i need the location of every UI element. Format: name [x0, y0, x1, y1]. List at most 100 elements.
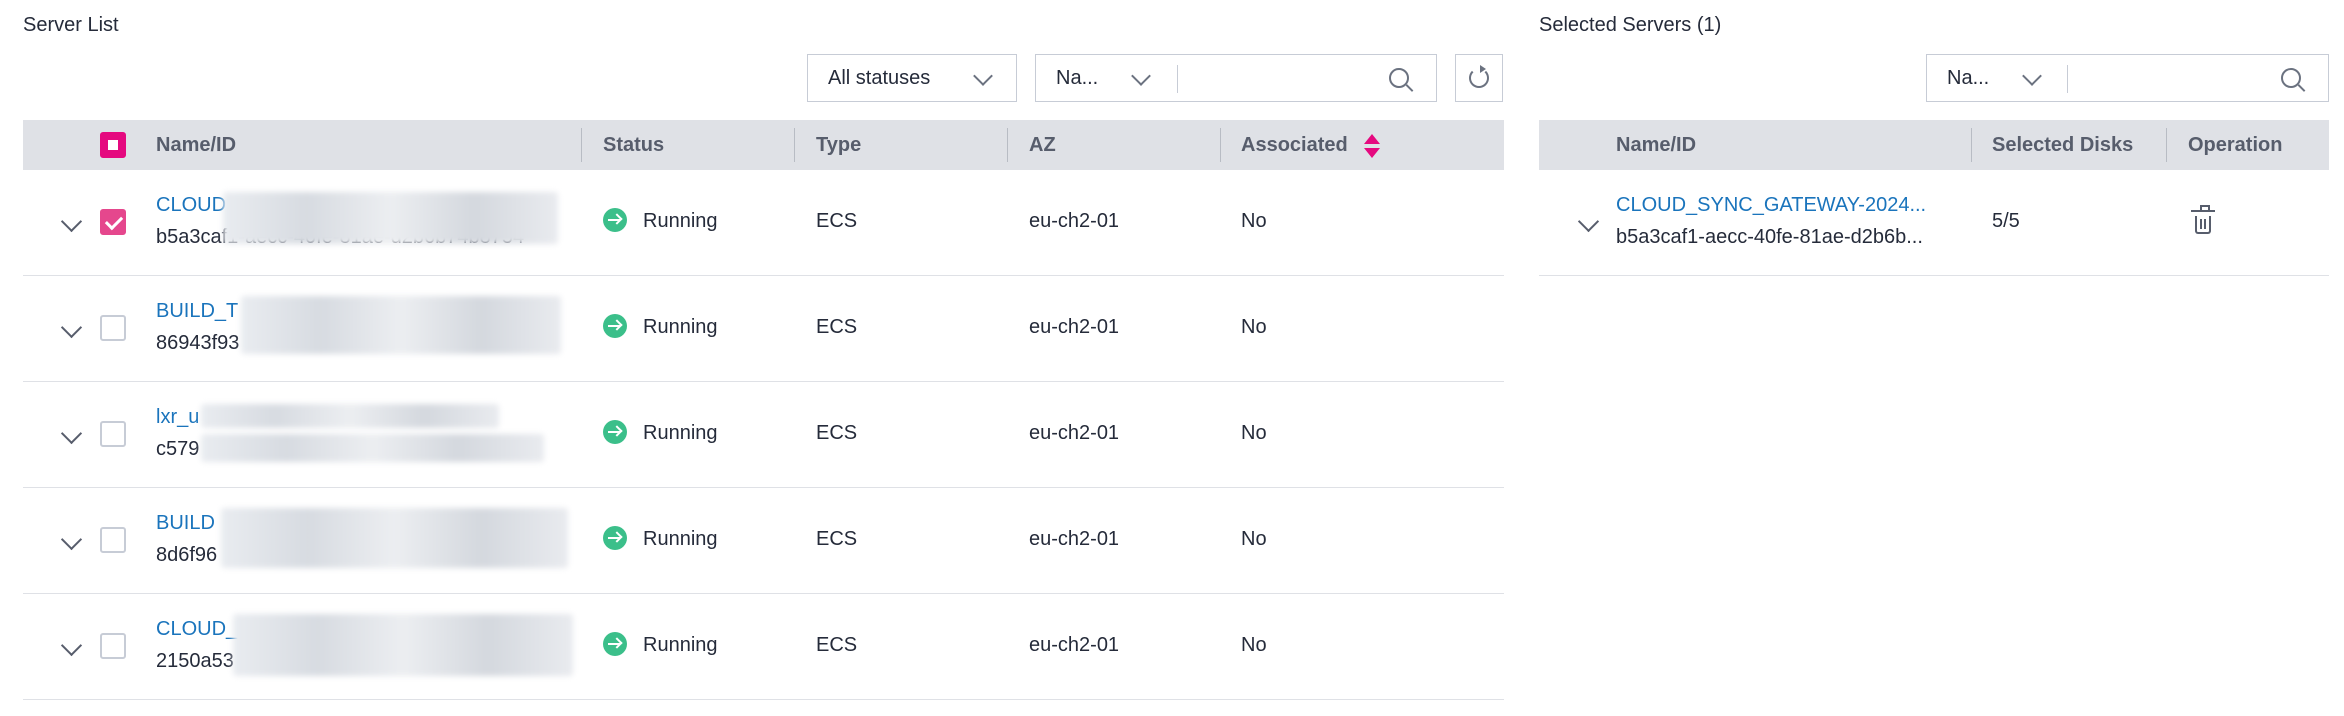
refresh-button[interactable] [1455, 54, 1503, 102]
column-divider [1220, 128, 1221, 162]
divider [1177, 65, 1178, 93]
server-name-link[interactable]: BUILD [156, 512, 215, 535]
server-name-link[interactable]: CLOUD_ [156, 618, 237, 641]
search-icon[interactable] [2281, 68, 2301, 88]
server-id: c579 [156, 438, 200, 460]
column-header-name[interactable]: Name/ID [1616, 120, 1696, 170]
selected-disks-text: 5/5 [1992, 210, 2020, 232]
status-text: Running [643, 528, 718, 550]
status-text: Running [643, 634, 718, 656]
search-field-label: Na... [1947, 66, 1990, 89]
server-id: 86943f93 [156, 332, 240, 354]
table-row[interactable]: CLOUD_ 2150a53 Running ECS eu-ch2-01 No [23, 594, 1504, 700]
table-row[interactable]: BUILD 8d6f96 Running ECS eu-ch2-01 No [23, 488, 1504, 594]
type-text: ECS [816, 210, 858, 232]
selected-table-row[interactable]: CLOUD_SYNC_GATEWAY-2024... b5a3caf1-aecc… [1539, 170, 2329, 276]
redacted-region [223, 192, 558, 244]
row-checkbox[interactable] [100, 527, 126, 553]
type-text: ECS [816, 634, 858, 656]
search-input[interactable] [1188, 65, 1392, 95]
status-text: Running [643, 422, 718, 444]
running-arrow-icon [603, 420, 627, 444]
az-text: eu-ch2-01 [1029, 422, 1120, 444]
selected-search-group[interactable]: Na... [1926, 54, 2329, 102]
status-filter-value: All statuses [828, 66, 931, 89]
search-input[interactable] [2079, 65, 2283, 95]
redacted-region [241, 296, 561, 354]
column-header-associated[interactable]: Associated [1241, 120, 1348, 170]
search-field-select[interactable]: Na... [1927, 55, 2042, 101]
chevron-down-icon [973, 66, 993, 86]
redacted-region [221, 508, 568, 568]
column-header-name[interactable]: Name/ID [156, 120, 236, 170]
chevron-down-icon[interactable] [60, 210, 83, 233]
column-divider [581, 128, 582, 162]
redacted-region [201, 434, 544, 462]
sort-icon[interactable] [1362, 133, 1382, 159]
table-row[interactable]: BUILD_T 86943f93 Running ECS eu-ch2-01 N… [23, 276, 1504, 382]
table-row[interactable]: CLOUD b5a3caf1-aecc-40fe-81ae-d2b6b74b87… [23, 170, 1504, 276]
row-checkbox[interactable] [100, 421, 126, 447]
server-name-link[interactable]: BUILD_T [156, 300, 238, 323]
refresh-icon [1469, 65, 1489, 88]
column-divider [794, 128, 795, 162]
running-arrow-icon [603, 632, 627, 656]
trash-icon[interactable] [2191, 205, 2215, 234]
type-text: ECS [816, 422, 858, 444]
az-text: eu-ch2-01 [1029, 316, 1120, 338]
running-arrow-icon [603, 526, 627, 550]
chevron-down-icon [2022, 66, 2042, 86]
server-table-header: Name/ID Status Type AZ Associated [23, 120, 1504, 170]
search-field-label: Na... [1056, 66, 1099, 89]
az-text: eu-ch2-01 [1029, 210, 1120, 232]
column-header-type[interactable]: Type [816, 120, 861, 170]
associated-text: No [1241, 316, 1267, 338]
row-checkbox[interactable] [100, 315, 126, 341]
type-text: ECS [816, 528, 858, 550]
az-text: eu-ch2-01 [1029, 528, 1120, 550]
associated-text: No [1241, 634, 1267, 656]
running-arrow-icon [603, 314, 627, 338]
row-checkbox[interactable] [100, 209, 126, 235]
column-header-status[interactable]: Status [603, 120, 664, 170]
server-search-group[interactable]: Na... [1035, 54, 1437, 102]
select-all-checkbox[interactable] [100, 132, 126, 158]
column-divider [2166, 128, 2167, 162]
chevron-down-icon[interactable] [1577, 210, 1600, 233]
server-id: 8d6f96 [156, 544, 218, 566]
associated-text: No [1241, 528, 1267, 550]
status-text: Running [643, 316, 718, 338]
row-checkbox[interactable] [100, 633, 126, 659]
associated-text: No [1241, 422, 1267, 444]
redacted-region [201, 404, 499, 428]
redacted-region [233, 614, 573, 676]
status-text: Running [643, 210, 718, 232]
az-text: eu-ch2-01 [1029, 634, 1120, 656]
column-header-az[interactable]: AZ [1029, 120, 1056, 170]
column-divider [1007, 128, 1008, 162]
chevron-down-icon[interactable] [60, 634, 83, 657]
server-list-title: Server List [23, 14, 119, 36]
type-text: ECS [816, 316, 858, 338]
search-icon[interactable] [1389, 68, 1409, 88]
chevron-down-icon [1131, 66, 1151, 86]
chevron-down-icon[interactable] [60, 422, 83, 445]
column-divider [1971, 128, 1972, 162]
selected-table-header: Name/ID Selected Disks Operation [1539, 120, 2329, 170]
server-name-link[interactable]: lxr_u [156, 406, 199, 429]
chevron-down-icon[interactable] [60, 528, 83, 551]
search-field-select[interactable]: Na... [1036, 55, 1151, 101]
server-name-link[interactable]: CLOUD [156, 194, 226, 217]
associated-text: No [1241, 210, 1267, 232]
divider [2067, 65, 2068, 93]
table-row[interactable]: lxr_u c579 Running ECS eu-ch2-01 No [23, 382, 1504, 488]
chevron-down-icon[interactable] [60, 316, 83, 339]
server-id: b5a3caf1-aecc-40fe-81ae-d2b6b... [1616, 226, 1923, 248]
column-header-operation: Operation [2188, 134, 2283, 156]
server-id: 2150a53 [156, 650, 234, 672]
running-arrow-icon [603, 208, 627, 232]
column-header-selected-disks[interactable]: Selected Disks [1992, 120, 2133, 170]
selected-servers-title: Selected Servers (1) [1539, 14, 1722, 36]
status-filter-select[interactable]: All statuses [807, 54, 1017, 102]
server-name-link[interactable]: CLOUD_SYNC_GATEWAY-2024... [1616, 194, 1926, 217]
